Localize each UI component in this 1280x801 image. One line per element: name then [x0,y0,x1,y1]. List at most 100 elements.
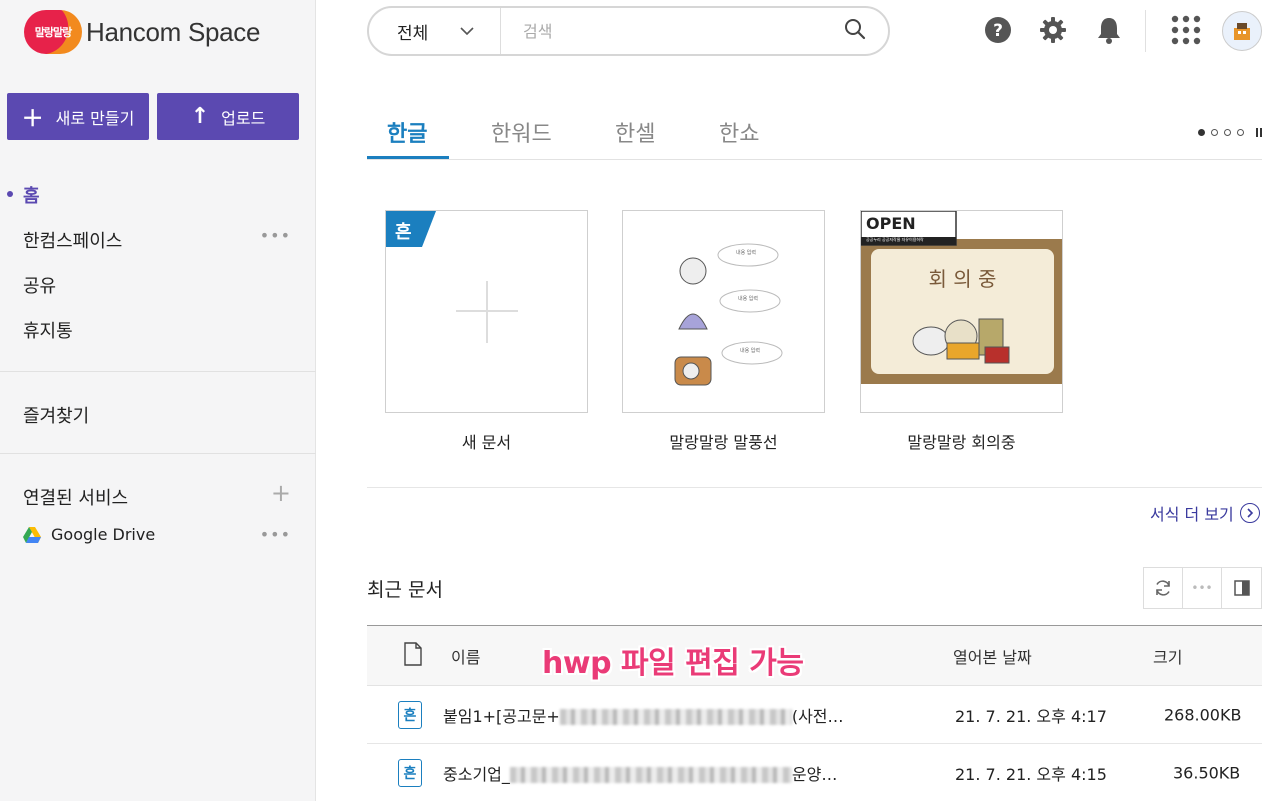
tab-underline [367,156,449,159]
search-category-value: 전체 [397,23,429,44]
file-type-icon [403,641,423,670]
redacted-text [559,709,792,725]
refresh-icon[interactable] [1144,568,1183,608]
recent-toolbar: ••• [1143,567,1262,609]
file-name-end: (사전… [791,706,844,726]
file-size: 36.50KB [1173,763,1241,782]
sidebar-divider [0,371,316,372]
chevron-down-icon [460,24,474,38]
tab-hanshow[interactable]: 한쇼 [719,116,759,148]
template-label: 새 문서 [461,433,512,452]
column-header-name[interactable]: 이름 [451,644,480,668]
table-row[interactable]: 흔 중소기업_ 운양… 21. 7. 21. 오후 4:15 36.50KB [367,744,1262,801]
tab-hangul[interactable]: 한글 [387,116,427,148]
svg-text:?: ? [993,21,1003,41]
hwp-file-icon: 흔 [398,758,422,787]
overlay-caption: hwp 파일 편집 가능 [542,646,804,681]
carousel-pager [1198,128,1262,137]
bubble-text: 내용 입력 [740,348,760,354]
search-icon[interactable] [844,18,866,44]
chevron-right-icon [1239,503,1260,523]
help-icon[interactable]: ? [982,14,1014,46]
speech-bubble-thumbnail [674,243,783,386]
sidebar-divider [0,453,316,454]
file-size: 268.00KB [1164,705,1242,724]
table-row[interactable]: 흔 붙임1+[공고문+ (사전… 21. 7. 21. 오후 4:17 268.0… [367,686,1262,744]
sidebar-item-home[interactable]: 홈 [23,182,40,208]
tab-hanword[interactable]: 한워드 [491,116,552,148]
table-header: 이름 열어본 날짜 크기 [367,625,1262,686]
plus-icon: ＋ [21,106,44,132]
recent-documents-table: 이름 열어본 날짜 크기 흔 붙임1+[공고문+ (사전… 21. 7. 21. … [367,625,1262,801]
sidebar-item-favorites[interactable]: 즐겨찾기 [23,402,89,428]
opened-date: 21. 7. 21. 오후 4:15 [955,764,1107,784]
panel-toggle-icon[interactable] [1222,568,1261,608]
search-bar: 전체 [367,6,890,56]
active-indicator [7,191,13,197]
sidebar-item-google-drive[interactable]: Google Drive [23,525,155,544]
google-drive-icon [23,526,41,543]
tab-hancell[interactable]: 한셀 [615,116,655,148]
apps-grid-icon[interactable] [1170,14,1202,46]
pager-dot[interactable] [1237,129,1244,136]
bell-icon[interactable] [1093,14,1125,46]
sidebar-item-shared[interactable]: 공유 [23,272,56,298]
column-header-opened[interactable]: 열어본 날짜 [953,644,1032,668]
hangul-badge-icon: 흔 [395,222,412,243]
hwp-file-icon: 흔 [398,700,422,729]
add-service-icon[interactable]: + [271,479,291,507]
avatar-image-icon [1234,23,1250,40]
pager-dot[interactable] [1211,129,1218,136]
pager-dot[interactable] [1224,129,1231,136]
logo-text: Hancom Space [86,16,261,47]
more-options-icon[interactable]: ••• [260,525,291,544]
sidebar-item-hancomspace[interactable]: 한컴스페이스 [23,227,122,253]
new-document-thumbnail [386,211,518,343]
logo-badge: 말랑말랑 [24,10,82,54]
more-options-icon[interactable]: ••• [1183,568,1222,608]
redacted-text [509,767,792,783]
file-name-end: 운양… [791,764,838,784]
file-name[interactable]: 붙임1+[공고문+ (사전… [443,703,844,727]
bubble-text: 내용 입력 [736,250,756,256]
template-new-document[interactable]: 흔 [385,210,588,413]
upload-button[interactable]: ↑ 업로드 [157,93,299,140]
template-label: 말랑말랑 회의중 [907,433,1016,452]
upload-label: 업로드 [221,108,266,128]
new-document-button[interactable]: ＋ 새로 만들기 [7,93,149,140]
more-templates-link[interactable]: 서식 더 보기 [1150,501,1260,525]
arrow-up-icon: ↑ [190,104,210,129]
search-input[interactable] [501,11,844,51]
recent-documents-title: 최근 문서 [367,579,443,601]
app-tabs: 한글 한워드 한셀 한쇼 [367,106,1262,160]
file-name-start: 붙임1+[공고문+ [443,706,560,726]
logo[interactable]: 말랑말랑 Hancom Space [24,9,260,55]
avatar[interactable] [1222,11,1262,51]
column-header-size[interactable]: 크기 [1153,644,1182,668]
open-license-text: 공공누리 공공저작물 자유이용허락 [866,237,924,242]
pause-icon[interactable] [1256,128,1262,137]
app-root: 말랑말랑 Hancom Space ＋ 새로 만들기 ↑ 업로드 홈 한컴스페이… [0,0,1280,801]
search-category-select[interactable]: 전체 [369,8,501,54]
bubble-text: 내용 입력 [738,296,758,302]
section-divider [367,487,1262,488]
template-speech-bubble[interactable]: 내용 입력 내용 입력 내용 입력 [622,210,825,413]
more-templates-label: 서식 더 보기 [1150,505,1234,524]
template-meeting[interactable]: OPEN 공공누리 공공저작물 자유이용허락 회 의 중 [860,210,1063,413]
more-options-icon[interactable]: ••• [260,226,291,245]
file-name-start: 중소기업_ [443,764,510,784]
new-document-label: 새로 만들기 [55,108,135,128]
opened-date: 21. 7. 21. 오후 4:17 [955,706,1107,726]
meeting-title-text: 회 의 중 [928,267,997,291]
pager-dot[interactable] [1198,129,1205,136]
template-label: 말랑말랑 말풍선 [669,433,778,452]
toolbar-divider [1145,10,1146,52]
sidebar: 말랑말랑 Hancom Space ＋ 새로 만들기 ↑ 업로드 홈 한컴스페이… [0,0,316,801]
file-name[interactable]: 중소기업_ 운양… [443,761,837,785]
google-drive-label: Google Drive [51,525,156,544]
open-logo: OPEN [866,214,916,233]
sidebar-item-trash[interactable]: 휴지통 [23,317,73,343]
gear-icon[interactable] [1037,14,1069,46]
connected-services-heading: 연결된 서비스 [23,488,129,509]
logo-badge-text: 말랑말랑 [34,26,72,39]
